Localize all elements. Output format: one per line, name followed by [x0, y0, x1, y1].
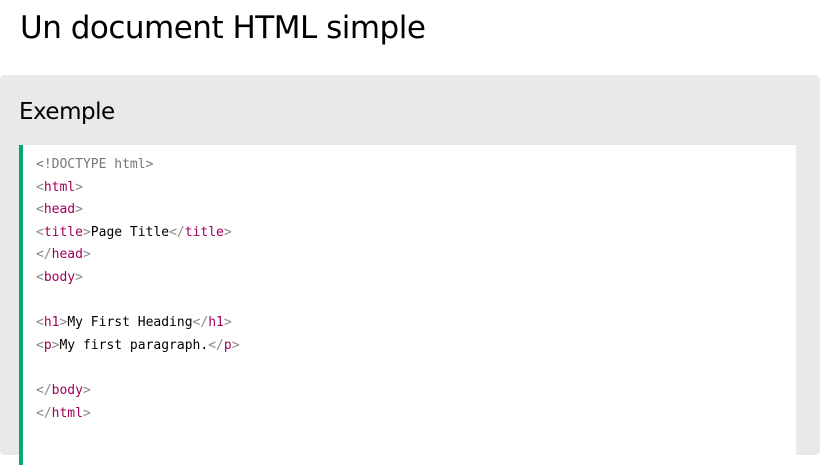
- code-line: </head>: [36, 244, 796, 267]
- code-line: <body>: [36, 267, 796, 290]
- bracket: <: [36, 202, 44, 218]
- tag-name: p: [223, 337, 232, 353]
- bracket: <: [36, 315, 44, 331]
- bracket: >: [75, 179, 83, 195]
- bracket: </: [192, 315, 209, 331]
- code-line: <p>My first paragraph.</p>: [36, 335, 796, 358]
- tag-name: body: [51, 382, 83, 398]
- bracket: </: [208, 337, 224, 353]
- code-line: <title>Page Title</title>: [36, 222, 796, 245]
- code-line: </body>: [36, 380, 796, 403]
- bracket: >: [223, 224, 232, 240]
- bracket: <: [36, 179, 44, 195]
- bracket: >: [75, 202, 83, 218]
- bracket: >: [82, 247, 91, 263]
- text-content: My First Heading: [67, 315, 193, 331]
- code-line: <html>: [36, 177, 796, 200]
- bracket: </: [36, 382, 52, 398]
- page-title: Un document HTML simple: [20, 10, 426, 46]
- text-content: My first paragraph.: [59, 337, 209, 353]
- bracket: >: [82, 224, 91, 240]
- tag-name: title: [43, 224, 83, 240]
- bracket: </: [36, 405, 52, 421]
- bracket: >: [223, 315, 232, 331]
- tag-name: h1: [208, 315, 224, 331]
- example-panel: Exemple <!DOCTYPE html> <html> <head> <titl…: [0, 75, 820, 465]
- code-line: <!DOCTYPE html>: [36, 154, 796, 177]
- tag-name: html: [51, 405, 83, 421]
- code-line: <h1>My First Heading</h1>: [36, 312, 796, 335]
- bracket: <: [36, 224, 44, 240]
- bracket: >: [231, 337, 240, 353]
- bracket: </: [36, 247, 52, 263]
- tag-name: p: [43, 337, 52, 353]
- tag-name: h1: [43, 315, 60, 331]
- example-heading: Exemple: [19, 99, 115, 125]
- tag-name: html: [43, 179, 76, 195]
- doctype: <!DOCTYPE html>: [36, 157, 154, 172]
- tag-name: body: [43, 269, 76, 285]
- bracket: <: [36, 269, 44, 285]
- bracket: <: [36, 337, 44, 353]
- bracket: >: [82, 405, 91, 421]
- text-content: Page Title: [90, 224, 170, 240]
- code-block: <!DOCTYPE html> <html> <head> <title>Page T…: [19, 145, 796, 465]
- tag-name: title: [184, 224, 224, 240]
- bracket: >: [75, 269, 83, 285]
- code-line: <head>: [36, 199, 796, 222]
- tag-name: head: [43, 202, 76, 218]
- bracket: </: [169, 224, 185, 240]
- bracket: >: [82, 382, 91, 398]
- tag-name: head: [51, 247, 83, 263]
- code-line: </html>: [36, 403, 796, 426]
